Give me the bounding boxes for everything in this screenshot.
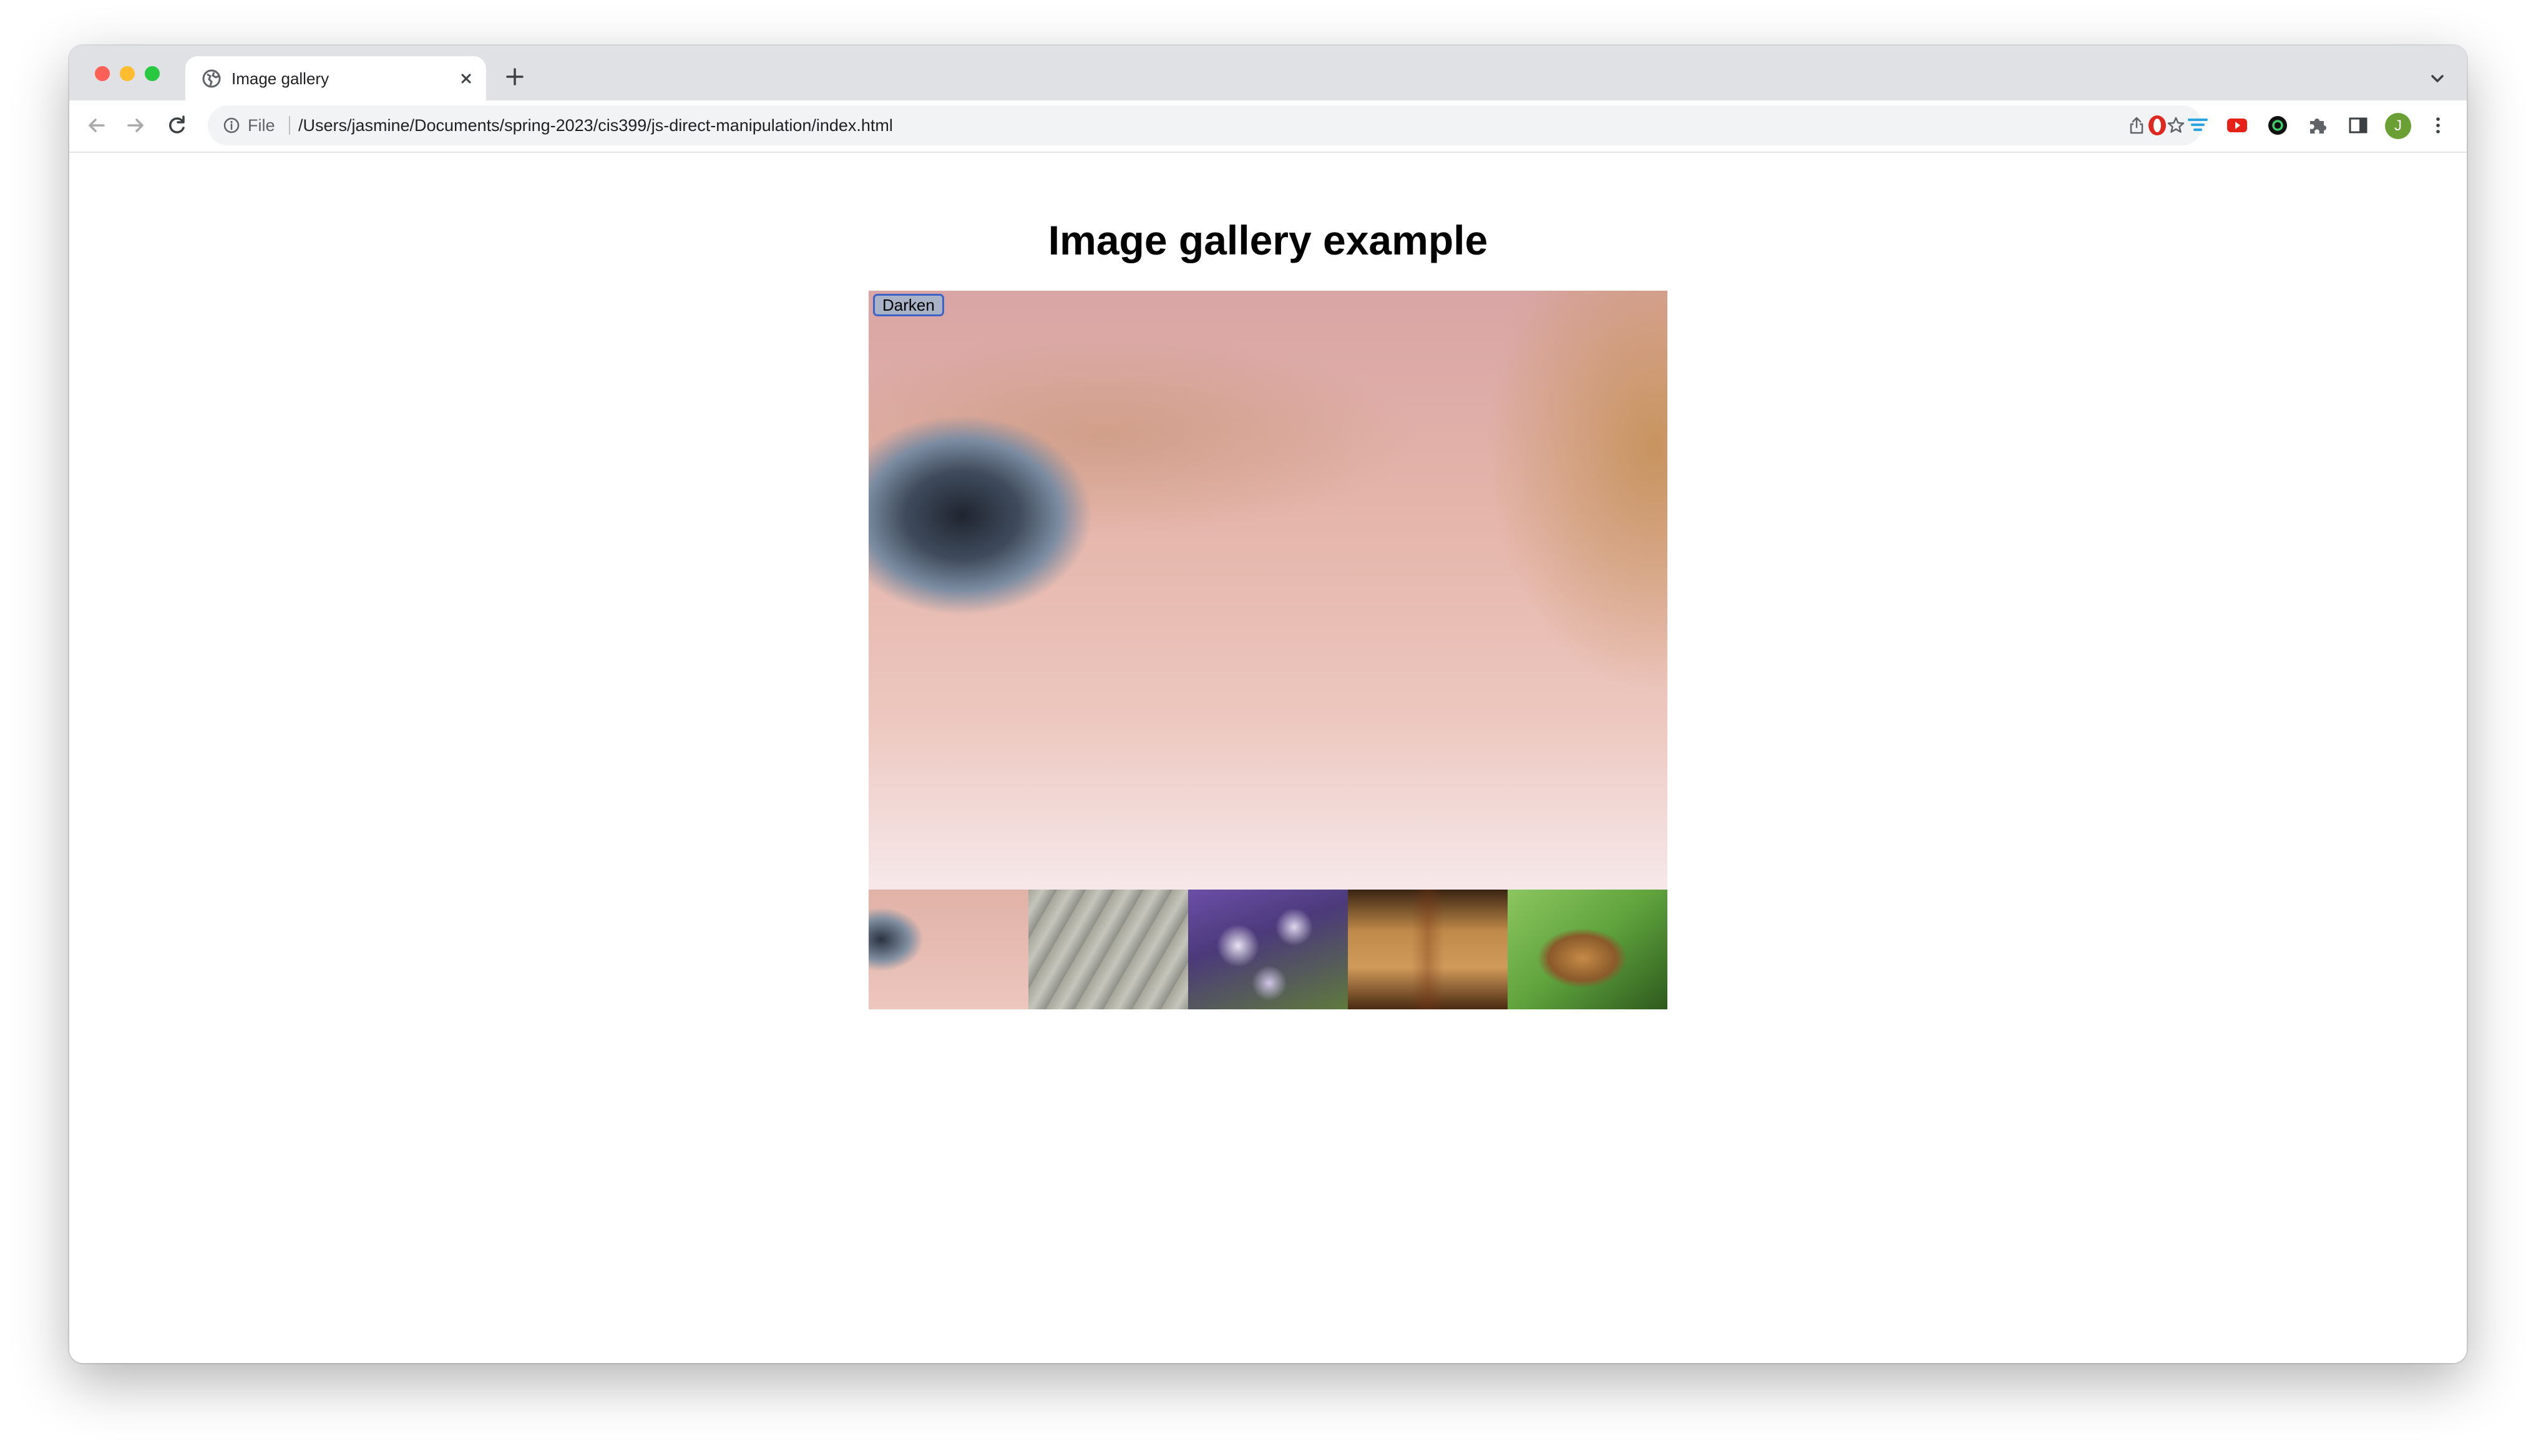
browser-window: Image gallery File /Users/jasmine/Docume… [69, 46, 2467, 1363]
browser-toolbar: File /Users/jasmine/Documents/spring-202… [69, 100, 2467, 153]
close-tab-icon[interactable] [457, 70, 475, 87]
filter-icon[interactable] [2185, 113, 2210, 138]
thumbnail-painting[interactable] [1348, 890, 1508, 1009]
puzzle-icon[interactable] [2305, 113, 2330, 138]
main-image: Darken [869, 291, 1667, 890]
info-icon[interactable] [223, 117, 240, 134]
circle-icon[interactable] [2265, 113, 2290, 138]
back-arrow-icon[interactable] [84, 113, 109, 138]
url-separator [289, 116, 290, 135]
image-gallery: Darken [869, 291, 1667, 1009]
forward-arrow-icon[interactable] [124, 113, 149, 138]
opera-icon[interactable] [2145, 113, 2170, 138]
darken-button[interactable]: Darken [873, 294, 944, 316]
more-menu-icon[interactable] [2426, 113, 2451, 138]
tab-image-gallery[interactable]: Image gallery [185, 56, 486, 100]
thumbnail-bar [869, 890, 1667, 1009]
thumbnail-flowers[interactable] [1188, 890, 1348, 1009]
maximize-window-button[interactable] [145, 66, 160, 81]
globe-icon [202, 69, 221, 88]
thumbnail-seashell[interactable] [1028, 890, 1188, 1009]
url-text[interactable]: /Users/jasmine/Documents/spring-2023/cis… [298, 115, 893, 135]
thumbnail-butterfly[interactable] [1508, 890, 1667, 1009]
tab-bar: Image gallery [69, 46, 2467, 100]
url-scheme-label: File [248, 116, 275, 135]
youtube-icon[interactable] [2225, 113, 2250, 138]
tab-title: Image gallery [232, 69, 329, 88]
profile-avatar[interactable]: J [2385, 113, 2411, 139]
address-bar[interactable]: File /Users/jasmine/Documents/spring-202… [208, 105, 2202, 145]
thumbnail-eye[interactable] [869, 890, 1028, 1009]
minimize-window-button[interactable] [120, 66, 135, 81]
new-tab-icon[interactable] [504, 66, 526, 88]
side-panel-icon[interactable] [2346, 113, 2371, 138]
reload-icon[interactable] [164, 113, 189, 138]
page-heading: Image gallery example [1048, 217, 1488, 263]
close-window-button[interactable] [95, 66, 110, 81]
page-content: Image gallery example Darken [69, 153, 2467, 1363]
chevron-down-icon[interactable] [2428, 69, 2447, 88]
share-icon[interactable] [2127, 115, 2147, 135]
